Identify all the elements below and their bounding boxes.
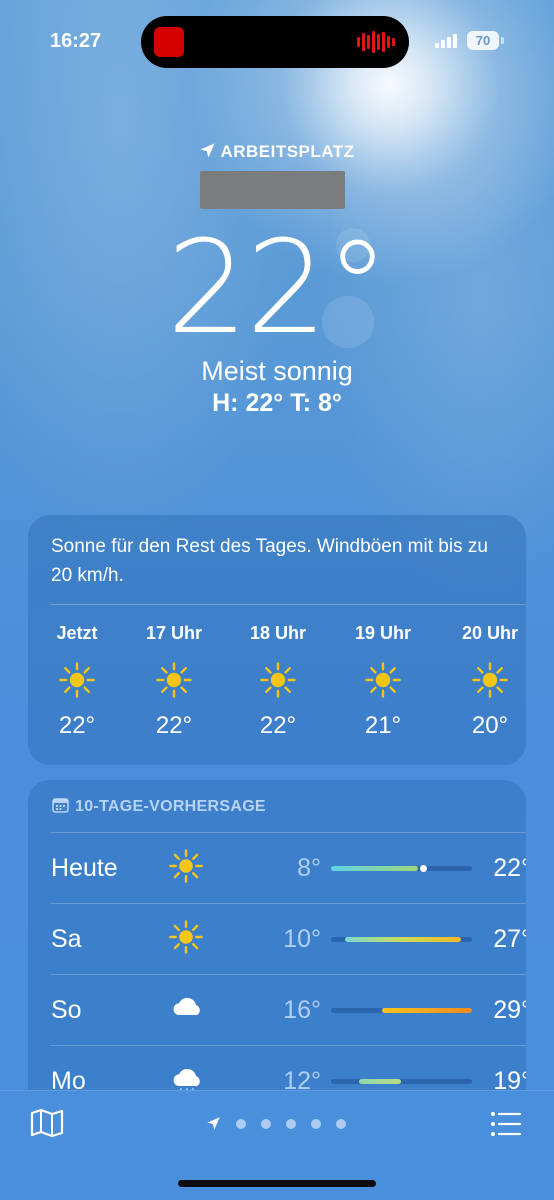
page-dot[interactable] (311, 1118, 321, 1129)
temperature-range-fill (345, 937, 461, 942)
hour-temperature: 20° (471, 712, 509, 739)
forecast-high: 27° (493, 925, 526, 953)
battery-indicator: 70 (467, 31, 499, 50)
cellular-signal-icon (435, 33, 457, 48)
forecast-low: 16° (283, 996, 321, 1024)
forecast-row[interactable]: So 16° 29° (51, 974, 526, 1045)
ten-day-forecast-card[interactable]: 10-TAGE-VORHERSAGE Heute 8° 22° Sa 10° 27° So 1… (28, 780, 526, 1110)
calendar-icon (52, 798, 69, 813)
location-title: ARBEITSPLATZ (0, 142, 554, 162)
current-temp-dot (419, 865, 427, 872)
sun-icon (59, 662, 95, 698)
hour-label: 17 Uhr (145, 623, 203, 643)
weather-summary: Sonne für den Rest des Tages. Windböen m… (51, 536, 488, 586)
sun-icon (260, 662, 296, 698)
hourly-forecast-card[interactable]: Sonne für den Rest des Tages. Windböen m… (28, 515, 526, 765)
hourly-item: Jetzt 22° (27, 623, 127, 740)
audio-wave-icon (357, 31, 395, 53)
page-dot[interactable] (286, 1118, 296, 1129)
hour-temperature: 22° (259, 712, 297, 739)
forecast-row[interactable]: Heute 8° 22° (51, 832, 526, 903)
hour-label: 18 Uhr (249, 623, 307, 643)
battery-tip (501, 37, 504, 44)
hour-label: 19 Uhr (354, 623, 412, 643)
location-arrow-icon[interactable] (206, 1116, 221, 1131)
status-time: 16:27 (50, 30, 102, 52)
record-square-icon (154, 27, 184, 57)
cloud-icon (169, 991, 207, 1029)
list-icon[interactable] (490, 1111, 522, 1137)
temperature-range-bar (331, 1079, 472, 1084)
forecast-day: So (51, 996, 82, 1024)
hour-label: 20 Uhr (461, 623, 519, 643)
sun-icon (365, 662, 401, 698)
hour-temperature: 22° (58, 712, 96, 739)
forecast-low: 8° (297, 854, 321, 882)
forecast-high: 29° (493, 996, 526, 1024)
sun-icon (169, 849, 207, 887)
home-indicator[interactable] (178, 1180, 376, 1187)
forecast-row[interactable]: Sa 10° 27° (51, 903, 526, 974)
hour-temperature: 21° (364, 712, 402, 739)
page-dot[interactable] (336, 1118, 346, 1129)
current-temperature: 22° (166, 214, 390, 363)
dynamic-island[interactable] (141, 16, 409, 68)
map-icon[interactable] (30, 1108, 64, 1138)
divider (51, 604, 526, 605)
page-dot[interactable] (236, 1118, 246, 1129)
forecast-high: 22° (493, 854, 526, 882)
temperature-range-fill (359, 1079, 402, 1084)
temperature-range-bar (331, 1008, 472, 1013)
hourly-item: 20 Uhr 20° (440, 623, 540, 740)
redacted-block (200, 171, 345, 209)
temperature-range-bar (331, 937, 472, 942)
hour-label: Jetzt (56, 623, 98, 643)
location-name: ARBEITSPLATZ (220, 142, 355, 161)
forecast-title-label: 10-TAGE-VORHERSAGE (75, 798, 266, 815)
forecast-low: 10° (283, 925, 321, 953)
location-arrow-icon (200, 143, 216, 158)
temperature-range-bar (331, 865, 472, 872)
forecast-day: Sa (51, 925, 82, 953)
sun-icon (472, 662, 508, 698)
hourly-item: 19 Uhr 21° (333, 623, 433, 740)
hourly-item: 17 Uhr 22° (124, 623, 224, 740)
page-indicator[interactable] (206, 1116, 346, 1131)
weather-condition: Meist sonnig (201, 356, 353, 386)
temperature-range-fill (381, 1008, 472, 1013)
high-low-temperature: H: 22° T: 8° (212, 389, 342, 417)
hour-temperature: 22° (155, 712, 193, 739)
sun-icon (169, 920, 207, 958)
page-dot[interactable] (261, 1118, 271, 1129)
temperature-range-fill (331, 866, 419, 871)
hourly-item: 18 Uhr 22° (228, 623, 328, 740)
forecast-title: 10-TAGE-VORHERSAGE (52, 797, 266, 816)
sun-icon (156, 662, 192, 698)
forecast-day: Heute (51, 854, 118, 882)
